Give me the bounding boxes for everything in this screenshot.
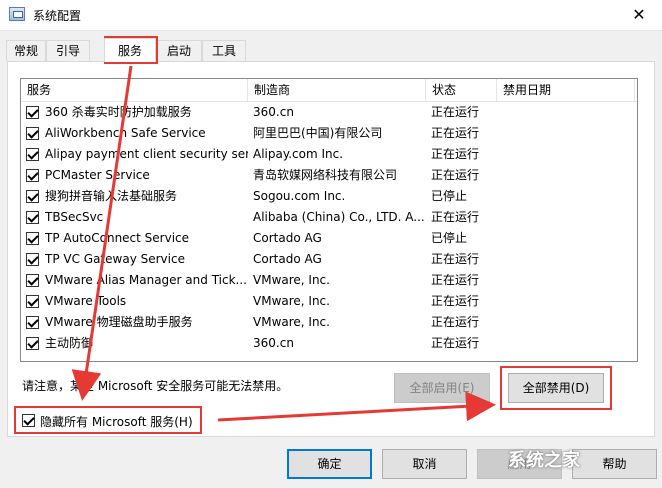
service-vendor: VMware, Inc.	[253, 315, 330, 329]
window-title: 系统配置	[33, 9, 82, 23]
tab-startup[interactable]: 启动	[156, 40, 202, 61]
table-row[interactable]: TP AutoConnect Service Cortado AG 已停止	[21, 228, 637, 249]
service-checkbox[interactable]	[26, 190, 39, 203]
service-status: 正在运行	[431, 273, 480, 287]
table-row[interactable]: TP VC Gateway Service Cortado AG 正在运行	[21, 249, 637, 270]
service-status: 正在运行	[431, 210, 480, 224]
service-name: VMware Tools	[45, 294, 127, 308]
service-vendor: Sogou.com Inc.	[253, 189, 346, 203]
service-name: VMware Alias Manager and Tick...	[45, 273, 247, 287]
service-vendor: 360.cn	[253, 336, 294, 350]
table-row[interactable]: 搜狗拼音输入法基础服务 Sogou.com Inc. 已停止	[21, 186, 637, 207]
ok-button[interactable]: 确定	[287, 449, 372, 479]
service-name: TP AutoConnect Service	[45, 231, 190, 245]
service-vendor: Alibaba (China) Co., LTD. A...	[253, 210, 425, 224]
table-row[interactable]: TBSecSvc Alibaba (China) Co., LTD. A... 正在…	[21, 207, 637, 228]
service-vendor: Cortado AG	[253, 252, 322, 266]
enable-all-button[interactable]: 全部启用(E)	[394, 373, 490, 403]
list-header: 服务 制造商 状态 禁用日期	[21, 79, 637, 102]
table-row[interactable]: VMware Alias Manager and Tick... VMware, …	[21, 270, 637, 291]
service-name: AliWorkbench Safe Service	[45, 126, 206, 140]
service-status: 正在运行	[431, 105, 480, 119]
watermark: 系统之家	[508, 450, 580, 471]
table-row[interactable]: PCMaster Service 青岛软媒网络科技有限公司 正在运行	[21, 165, 637, 186]
service-name: 搜狗拼音输入法基础服务	[45, 189, 178, 203]
service-checkbox[interactable]	[26, 211, 39, 224]
cancel-button[interactable]: 取消	[382, 449, 467, 479]
service-name: 主动防御	[45, 336, 94, 350]
service-status: 已停止	[431, 231, 468, 245]
title-bar: 系统配置 ✕	[0, 0, 662, 31]
services-list[interactable]: 服务 制造商 状态 禁用日期 360 杀毒实时防护加载服务 360.cn 正在运行 A…	[20, 78, 638, 362]
service-checkbox[interactable]	[26, 127, 39, 140]
service-name: 360 杀毒实时防护加载服务	[45, 105, 192, 119]
column-header-status[interactable]: 状态	[426, 79, 497, 101]
hide-ms-checkbox[interactable]	[22, 414, 35, 427]
column-header-vendor[interactable]: 制造商	[248, 79, 426, 101]
service-status: 正在运行	[431, 126, 480, 140]
service-checkbox[interactable]	[26, 316, 39, 329]
service-status: 正在运行	[431, 315, 480, 329]
table-row[interactable]: VMware 物理磁盘助手服务 VMware, Inc. 正在运行	[21, 312, 637, 333]
service-vendor: 阿里巴巴(中国)有限公司	[253, 126, 383, 140]
tab-tools[interactable]: 工具	[202, 40, 246, 61]
service-checkbox[interactable]	[26, 274, 39, 287]
table-row[interactable]: VMware Tools VMware, Inc. 正在运行	[21, 291, 637, 312]
hide-ms-label: 隐藏所有 Microsoft 服务(H)	[40, 415, 193, 429]
column-header-disable-date[interactable]: 禁用日期	[497, 79, 635, 101]
service-name: VMware 物理磁盘助手服务	[45, 315, 193, 329]
service-vendor: 360.cn	[253, 105, 294, 119]
service-name: TBSecSvc	[45, 210, 104, 224]
service-name: PCMaster Service	[45, 168, 150, 182]
service-status: 正在运行	[431, 147, 480, 161]
close-button[interactable]: ✕	[616, 0, 662, 30]
service-name: TP VC Gateway Service	[45, 252, 185, 266]
notice-text: 请注意，某些 Microsoft 安全服务可能无法禁用。	[22, 379, 289, 393]
table-row[interactable]: 主动防御 360.cn 正在运行	[21, 333, 637, 354]
service-name: Alipay payment client security ser...	[45, 147, 248, 161]
service-vendor: VMware, Inc.	[253, 294, 330, 308]
service-checkbox[interactable]	[26, 169, 39, 182]
service-status: 正在运行	[431, 336, 480, 350]
service-vendor: VMware, Inc.	[253, 273, 330, 287]
system-config-icon	[9, 7, 25, 21]
service-status: 正在运行	[431, 252, 480, 266]
column-header-service[interactable]: 服务	[21, 79, 248, 101]
tab-services[interactable]: 服务	[104, 38, 156, 62]
service-status: 正在运行	[431, 168, 480, 182]
table-row[interactable]: AliWorkbench Safe Service 阿里巴巴(中国)有限公司 正在运…	[21, 123, 637, 144]
service-vendor: Cortado AG	[253, 231, 322, 245]
service-checkbox[interactable]	[26, 295, 39, 308]
service-vendor: Alipay.com Inc.	[253, 147, 344, 161]
service-checkbox[interactable]	[26, 232, 39, 245]
tab-general[interactable]: 常规	[6, 40, 46, 61]
service-status: 正在运行	[431, 294, 480, 308]
tab-boot[interactable]: 引导	[46, 40, 90, 61]
table-row[interactable]: 360 杀毒实时防护加载服务 360.cn 正在运行	[21, 102, 637, 123]
disable-all-button[interactable]: 全部禁用(D)	[508, 373, 604, 403]
help-button[interactable]: 帮助	[572, 449, 657, 479]
service-checkbox[interactable]	[26, 337, 39, 350]
table-row[interactable]: Alipay payment client security ser... Ali…	[21, 144, 637, 165]
service-status: 已停止	[431, 189, 468, 203]
service-checkbox[interactable]	[26, 253, 39, 266]
service-checkbox[interactable]	[26, 148, 39, 161]
service-checkbox[interactable]	[26, 106, 39, 119]
service-vendor: 青岛软媒网络科技有限公司	[253, 168, 398, 182]
